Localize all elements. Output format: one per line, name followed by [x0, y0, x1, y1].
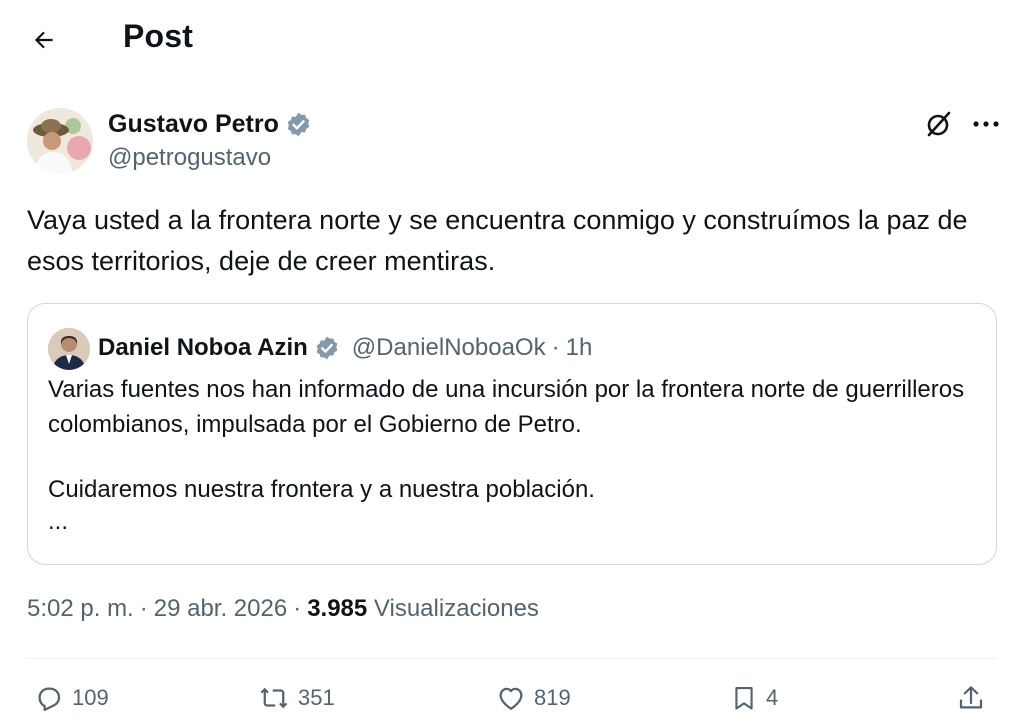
quoted-author-name: Daniel Noboa Azin — [98, 334, 308, 361]
reply-button[interactable]: 109 — [34, 678, 109, 718]
post-text: Vaya usted a la frontera norte y se encu… — [27, 205, 968, 276]
page-header: Post — [0, 0, 1024, 80]
repost-button[interactable]: 351 — [258, 678, 335, 718]
bookmark-button[interactable]: 4 — [730, 678, 778, 718]
verified-badge-icon — [314, 335, 340, 361]
avatar-image — [27, 108, 93, 174]
more-horizontal-icon — [973, 121, 999, 127]
like-count: 819 — [534, 685, 571, 710]
separator-dot: · — [139, 595, 148, 622]
quoted-paragraph: Cuidaremos nuestra frontera y a nuestra … — [48, 476, 595, 503]
quoted-timestamp: 1h — [565, 334, 593, 361]
post-date[interactable]: 29 abr. 2026 — [154, 595, 287, 622]
quoted-text: Varias fuentes nos han informado de una … — [48, 372, 978, 535]
like-button[interactable]: 819 — [496, 678, 571, 718]
repost-icon — [260, 687, 288, 709]
grok-button[interactable] — [920, 106, 956, 142]
quoted-paragraph: Varias fuentes nos han informado de una … — [48, 376, 965, 438]
bookmark-count: 4 — [766, 685, 779, 710]
post-time[interactable]: 5:02 p. m. — [27, 595, 134, 622]
quoted-header: Daniel Noboa Azin @DanielNoboaOk · 1h — [98, 330, 592, 366]
author-name[interactable]: Gustavo Petro — [108, 110, 279, 139]
quoted-post[interactable]: Daniel Noboa Azin @DanielNoboaOk · 1h Va… — [27, 303, 997, 565]
share-button[interactable] — [956, 678, 986, 718]
verified-badge-icon — [285, 111, 312, 138]
divider — [27, 658, 997, 659]
quoted-author-avatar — [48, 328, 90, 370]
quoted-ellipsis: ... — [48, 508, 69, 535]
more-options-button[interactable] — [966, 106, 1006, 142]
reply-icon — [38, 687, 61, 711]
heart-icon — [499, 687, 523, 710]
action-bar: 109 351 819 4 — [0, 672, 1024, 724]
page-title: Post — [123, 18, 194, 54]
share-icon — [959, 686, 983, 709]
quoted-author-handle: @DanielNoboaOk — [351, 334, 546, 361]
post-metadata: 5:02 p. m. · 29 abr. 2026 · 3.985 Visualizac… — [27, 595, 539, 623]
arrow-left-icon — [34, 31, 53, 49]
views-label: Visualizaciones — [373, 595, 539, 622]
grok-icon — [927, 111, 951, 137]
views-count: 3.985 — [307, 595, 368, 622]
author-handle[interactable]: @petrogustavo — [108, 144, 271, 172]
back-button[interactable] — [24, 20, 64, 60]
separator-dot: · — [293, 595, 302, 622]
repost-count: 351 — [298, 685, 335, 710]
author-avatar[interactable] — [27, 108, 93, 174]
reply-count: 109 — [72, 685, 109, 710]
author-name-row: Gustavo Petro — [108, 106, 312, 142]
separator-dot: · — [551, 334, 560, 361]
bookmark-icon — [735, 687, 753, 710]
